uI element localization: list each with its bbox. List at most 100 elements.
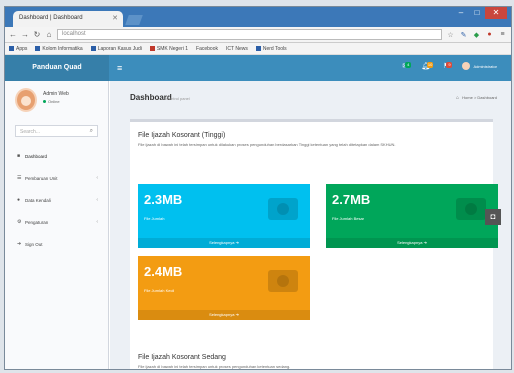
arrow-circle-icon: ➔ (423, 240, 427, 245)
header-nav: ✉4 🔔︎10 ⚑9 Administrator (402, 62, 497, 70)
stat-card: 2.3MB File Jumlah Selengkapnya ➔ (138, 184, 310, 248)
sidebar-item-data[interactable]: ● Data Kendali ‹ (5, 189, 108, 211)
user-panel: Admin Web Online (5, 81, 108, 119)
forward-icon[interactable]: → (21, 30, 29, 39)
address-bar[interactable]: localhost (57, 29, 442, 40)
stat-more-link[interactable]: Selengkapnya ➔ (326, 238, 498, 248)
bookmark-icon (255, 45, 261, 51)
desktop-frame: Dashboard | Dashboard ✕ – □ ✕ ← → ↻ ⌂ lo… (0, 0, 514, 373)
bookmark-item[interactable]: ICT News (226, 46, 248, 52)
bookmark-icon (149, 45, 155, 51)
stat-value: 2.4MB (144, 264, 183, 279)
bookmark-item[interactable]: Facebook (196, 46, 218, 52)
stat-card: 2.7MB File Jumlah Besar Selengkapnya ➔ (326, 184, 498, 248)
camera-icon: ◘ (490, 212, 496, 221)
brand-logo[interactable]: Panduan Quad (5, 55, 109, 81)
sign-out-icon: ➜ (17, 241, 22, 247)
tasks-badge: 9 (446, 62, 453, 68)
bookmark-item[interactable]: Nerd Tools (255, 45, 287, 52)
tasks-menu[interactable]: ⚑9 (443, 62, 453, 70)
bookmark-item[interactable]: Apps (9, 46, 27, 52)
content-header: Dashboard Control panel ⌂ Home > Dashboa… (110, 81, 511, 117)
user-name: Admin Web (43, 91, 69, 97)
extension-icon[interactable]: ◆ (472, 31, 481, 39)
user-menu[interactable]: Administrator (462, 62, 497, 70)
stat-label: File Jumlah Besar (332, 216, 365, 221)
new-tab-button[interactable] (125, 15, 143, 25)
apps-icon (9, 45, 14, 51)
sidebar-item-label: Pembaruan Unit (25, 175, 58, 181)
camera-icon (268, 198, 298, 220)
camera-icon (268, 270, 298, 292)
bookmark-icon (90, 45, 96, 51)
breadcrumb: ⌂ Home > Dashboard (456, 95, 497, 101)
address-url: localhost (62, 31, 86, 37)
online-dot-icon (43, 100, 46, 104)
search-placeholder: Search... (20, 129, 41, 135)
close-tab-icon[interactable]: ✕ (112, 14, 118, 22)
menu-icon[interactable]: ≡ (498, 31, 507, 38)
home-icon: ⌂ (456, 95, 460, 101)
content-wrapper: Dashboard Control panel ⌂ Home > Dashboa… (110, 81, 511, 369)
reload-icon[interactable]: ↻ (33, 30, 41, 39)
bookmark-star-icon[interactable]: ☆ (446, 31, 455, 39)
mail-badge: 4 (405, 62, 412, 68)
chevron-left-icon: ‹ (96, 175, 98, 181)
sidebar-item-label: Dashboard (25, 153, 48, 159)
stat-value: 2.7MB (332, 192, 371, 207)
breadcrumb-home[interactable]: Home (462, 95, 473, 100)
close-window-icon[interactable]: ✕ (485, 7, 507, 19)
home-icon[interactable]: ⌂ (45, 30, 53, 39)
user-status: Online (43, 99, 60, 104)
mail-menu[interactable]: ✉4 (402, 62, 412, 70)
avatar (15, 88, 37, 112)
sidebar-search-input[interactable]: Search... ⌕ (15, 125, 98, 137)
bookmark-item[interactable]: Laporan Kasus Judi (90, 45, 142, 52)
bookmark-item[interactable]: Kolom Informatika (35, 46, 83, 52)
list-icon: ☰ (17, 175, 22, 181)
stat-more-link[interactable]: Selengkapnya ➔ (138, 310, 310, 320)
user-menu-label: Administrator (473, 63, 497, 69)
sidebar-toggle-icon[interactable]: ≡ (117, 63, 122, 73)
browser-titlebar: Dashboard | Dashboard ✕ – □ ✕ (5, 7, 511, 27)
section-title: File Ijazah Kosorant (Tinggi) (138, 132, 226, 139)
chevron-left-icon: ‹ (96, 219, 98, 225)
dashboard-icon: ■ (17, 153, 21, 159)
stat-label: File Jumlah Kecil (144, 288, 175, 293)
camera-icon (456, 198, 486, 220)
data-icon: ● (17, 197, 21, 203)
sidebar-item-pembaruan[interactable]: ☰ Pembaruan Unit ‹ (5, 167, 108, 189)
camera-button[interactable]: ◘ (485, 209, 501, 225)
stat-card: 2.4MB File Jumlah Kecil Selengkapnya ➔ (138, 256, 310, 320)
stat-more-link[interactable]: Selengkapnya ➔ (138, 238, 310, 248)
stat-label: File Jumlah (144, 216, 165, 221)
bookmark-item[interactable]: SMK Negeri 1 (149, 45, 188, 52)
gear-icon: ⚙ (17, 219, 22, 225)
sidebar: Admin Web Online Search... ⌕ ■ Dashboard… (5, 81, 109, 369)
section-title: File Ijazah Kosorant Sedang (138, 354, 226, 361)
maximize-icon[interactable]: □ (469, 7, 485, 19)
window-controls: – □ ✕ (453, 7, 507, 19)
sidebar-item-pengaturan[interactable]: ⚙ Pengaturan ‹ (5, 211, 108, 233)
search-icon[interactable]: ⌕ (90, 128, 93, 135)
browser-tab[interactable]: Dashboard | Dashboard ✕ (13, 11, 123, 27)
extension-icon[interactable]: ● (485, 31, 494, 38)
notif-badge: 10 (427, 62, 434, 68)
sidebar-item-label: Sign Out (25, 241, 43, 247)
arrow-circle-icon: ➔ (235, 312, 239, 317)
notifications-menu[interactable]: 🔔︎10 (421, 62, 434, 70)
back-icon[interactable]: ← (9, 30, 17, 39)
sidebar-item-dashboard[interactable]: ■ Dashboard (5, 145, 108, 167)
browser-toolbar: ← → ↻ ⌂ localhost ☆ ✎ ◆ ● ≡ (5, 27, 511, 43)
bookmarks-bar: Apps Kolom Informatika Laporan Kasus Jud… (5, 43, 511, 55)
sidebar-item-label: Pengaturan (25, 219, 49, 225)
stat-value: 2.3MB (144, 192, 183, 207)
app-header: Panduan Quad ≡ ✉4 🔔︎10 ⚑9 Administrator (5, 55, 511, 81)
browser-window: Dashboard | Dashboard ✕ – □ ✕ ← → ↻ ⌂ lo… (4, 6, 512, 370)
arrow-circle-icon: ➔ (235, 240, 239, 245)
sidebar-item-signout[interactable]: ➜ Sign Out (5, 233, 108, 255)
content-box: File Ijazah Kosorant (Tinggi) File ijaza… (130, 119, 498, 369)
breadcrumb-current: Dashboard (477, 95, 497, 100)
minimize-icon[interactable]: – (453, 7, 469, 19)
extension-icon[interactable]: ✎ (459, 31, 468, 39)
